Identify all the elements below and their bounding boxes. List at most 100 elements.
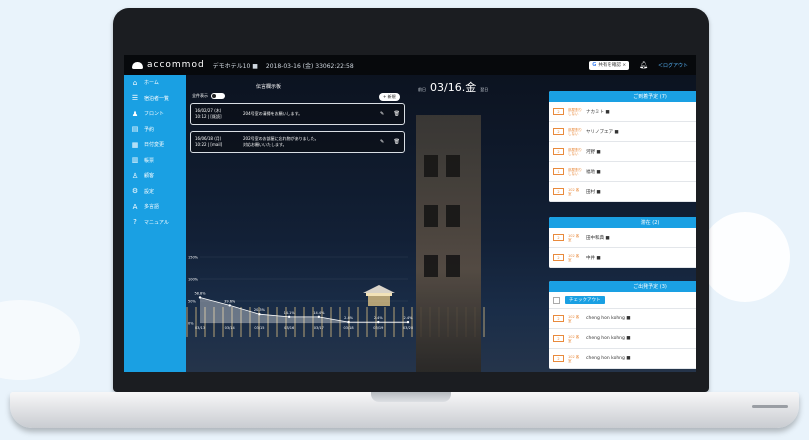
guest-name[interactable]: 福地 ■ [586, 169, 696, 175]
prev-day-link[interactable]: 前日 [418, 87, 426, 93]
current-date: 03/16.金 [430, 81, 477, 94]
reservation-row[interactable]: 2102 客室cheng hon kohng ■3月 1泊¥3,000 [549, 309, 696, 329]
report-icon: ▦ [131, 140, 139, 149]
data-label: 2.4% [374, 316, 384, 320]
sidebar-item[interactable]: ▦ 日付変更 [124, 137, 186, 153]
reservation-row[interactable]: 2部屋割りしないナカミト ■3月16日 3泊2017/5/10 [549, 102, 696, 122]
checkout-button[interactable]: チェックアウト [565, 296, 605, 304]
sidebar-item[interactable]: A 多言語 [124, 199, 186, 215]
guest-count-badge: 2 [553, 355, 564, 362]
cloud-icon [132, 61, 143, 69]
guest-name[interactable]: ヤリノブエア ■ [586, 129, 696, 135]
reservation-row[interactable]: 2102 客室田村 ■3月16日 3泊2017/5/10 [549, 182, 696, 202]
reservation-row[interactable]: 2102 客室cheng hon kohng ■3月 1泊¥3,000 [549, 329, 696, 349]
departures-title: ご出発予定 (3) [633, 284, 667, 290]
room-tag: 部屋割りしない [568, 127, 582, 136]
guest-count-badge: 2 [553, 148, 564, 155]
guest-count-badge: 2 [553, 315, 564, 322]
departures-panel: ご出発予定 (3) チェックアウト 2 102 客室 cheng hon kohng… [549, 281, 696, 369]
staying-panel: 滞在 (2) 全て 2102 客室田中和典 ■3月 1泊2017/5/22102… [549, 217, 696, 268]
data-label: 2.4% [404, 316, 414, 320]
next-day-link[interactable]: 翌日 [480, 87, 488, 93]
edit-icon[interactable]: ✎ [380, 111, 384, 117]
reservation-icon: ▤ [131, 125, 139, 134]
logout-link[interactable]: ＜ログアウト [658, 62, 688, 69]
room-tag: 102 客室 [568, 334, 580, 343]
data-label: 14.1% [284, 311, 296, 315]
guest-name[interactable]: ナカミト ■ [586, 109, 696, 115]
x-tick-label: 03/16 [284, 326, 294, 330]
guest-name[interactable]: cheng hon kohng ■ [586, 356, 696, 361]
reservation-row[interactable]: 2102 客室中井 ■3月 1泊2017/5/1 [549, 248, 696, 268]
show-all-toggle[interactable] [211, 93, 225, 99]
list-icon: ☰ [131, 94, 139, 103]
sidebar-item-label: 設定 [144, 188, 155, 195]
background-blob [0, 300, 80, 380]
help-icon: ? [133, 218, 137, 227]
sidebar-item[interactable]: ⌂ ホーム [124, 75, 186, 91]
edit-icon[interactable]: ✎ [380, 139, 384, 145]
laptop-screen: accommod デモホテル10 ■ 2018-03-16 (金) 33062:… [124, 55, 696, 372]
reservation-row[interactable]: 2102 客室田中和典 ■3月 1泊2017/5/2 [549, 228, 696, 248]
x-tick-label: 03/14 [225, 326, 236, 330]
sidebar-item[interactable]: ♟ フロント [124, 106, 186, 122]
sidebar-item[interactable]: ☰ 宿泊者一覧 [124, 91, 186, 107]
staying-panel-header: 滞在 (2) 全て [549, 217, 696, 228]
home-icon: ⌂ [132, 78, 138, 87]
room-tag: 部屋割りしない [568, 167, 582, 176]
message-text: 204号室の清掃をお願いします。 [243, 111, 303, 116]
sidebar-item-label: ホーム [144, 80, 159, 87]
guest-name[interactable]: 田村 ■ [586, 189, 696, 195]
show-all-toggle-row: 全件表示 [192, 93, 225, 99]
sidebar-item[interactable]: ▥ 帳票 [124, 153, 186, 169]
new-message-button[interactable]: + 新規 [379, 93, 400, 101]
x-tick-label: 03/18 [344, 326, 354, 330]
guest-name[interactable]: cheng hon kohng ■ [586, 336, 696, 341]
google-share-label: 共有を確認 × [598, 63, 627, 68]
sidebar-item[interactable]: ? マニュアル [124, 215, 186, 231]
arrivals-panel: ご到着予定 (7) 全て 2部屋割りしないナカミト ■3月16日 3泊2017/… [549, 91, 696, 202]
calendar-icon: ▥ [131, 156, 139, 165]
message-text: 202号室のお部屋に忘れ物がありました。 対応お願いいたします。 [243, 136, 380, 148]
reservation-row[interactable]: 2102 客室cheng hon kohng ■3月 1泊¥10,000 [549, 349, 696, 369]
sidebar-item[interactable]: ♙ 顧客 [124, 168, 186, 184]
departures-panel-header: ご出発予定 (3) [549, 281, 696, 292]
data-point [317, 315, 321, 319]
sidebar-item-label: 顧客 [144, 173, 155, 180]
sidebar-item[interactable]: ▤ 予約 [124, 122, 186, 138]
data-label: 2.4% [344, 316, 354, 320]
select-all-checkbox[interactable] [553, 296, 560, 304]
hotel-name[interactable]: デモホテル10 ■ [213, 61, 258, 70]
guest-count-badge: 2 [553, 128, 564, 135]
data-point [198, 296, 202, 299]
message-item[interactable]: 16/02/27 (木) 10:12 | [既読] 204号室の清掃をお願いしま… [190, 103, 405, 125]
data-label: 14.4% [313, 311, 325, 315]
user-icon: ♙ [131, 171, 139, 180]
translate-icon: A [132, 202, 138, 211]
guest-name[interactable]: 中井 ■ [586, 255, 696, 261]
show-all-label: 全件表示 [192, 93, 208, 98]
sidebar-item[interactable]: ⚙ 設定 [124, 184, 186, 200]
trash-icon[interactable]: 🗑︎ [394, 111, 400, 117]
sidebar-item-label: 帳票 [144, 157, 155, 164]
sidebar-item-label: 宿泊者一覧 [144, 95, 170, 102]
background-blob [700, 212, 790, 302]
google-share-button[interactable]: G 共有を確認 × [589, 60, 630, 70]
room-tag: 102 客室 [568, 354, 580, 363]
reservation-row[interactable]: 2部屋割りしない河野 ■3月16日 3泊2017/5/10 [549, 142, 696, 162]
bell-icon[interactable]: 🔔︎ [639, 61, 648, 69]
message-meta: 16/06/18 (月) 10:22 | [mail] [191, 136, 243, 148]
sidebar-item-label: 日付変更 [144, 142, 165, 149]
trash-icon[interactable]: 🗑︎ [394, 139, 400, 145]
guest-name[interactable]: 河野 ■ [586, 149, 696, 155]
guest-name[interactable]: cheng hon kohng ■ [586, 316, 696, 321]
guest-name[interactable]: 田中和典 ■ [586, 235, 696, 241]
app-logo[interactable]: accommod [132, 60, 205, 70]
guest-count-badge: 1 [553, 168, 564, 175]
y-tick-label: 0% [188, 322, 194, 326]
reservation-row[interactable]: 1部屋割りしない福地 ■3月16日 3泊2017/5/10 [549, 162, 696, 182]
room-tag: 102 客室 [568, 233, 580, 242]
message-item[interactable]: 16/06/18 (月) 10:22 | [mail] 202号室のお部屋に忘れ… [190, 131, 405, 153]
reservation-row[interactable]: 2部屋割りしないヤリノブエア ■3月16日 3泊2017/5/10 [549, 122, 696, 142]
message-text-line: 対応お願いいたします。 [243, 142, 287, 147]
